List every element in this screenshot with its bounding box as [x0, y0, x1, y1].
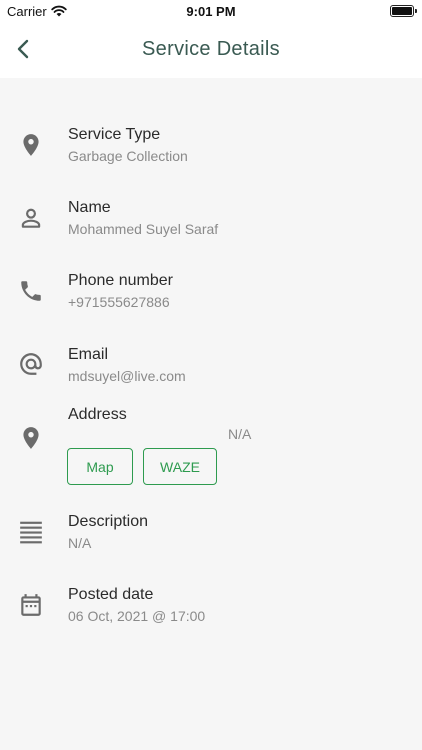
- waze-button[interactable]: WAZE: [143, 448, 217, 485]
- map-button[interactable]: Map: [67, 448, 133, 485]
- status-bar: Carrier 9:01 PM: [0, 0, 422, 24]
- posted-date-value: 06 Oct, 2021 @ 17:00: [68, 608, 206, 624]
- page-title: Service Details: [142, 38, 280, 60]
- email-value[interactable]: mdsuyel@live.com: [68, 368, 186, 384]
- location-pin-icon: [18, 132, 44, 158]
- phone-icon: [18, 278, 44, 304]
- email-label: Email: [68, 346, 109, 363]
- name-label: Name: [68, 199, 111, 216]
- at-icon: [18, 351, 44, 377]
- calendar-icon: [18, 592, 44, 618]
- description-label: Description: [68, 513, 149, 530]
- location-pin-icon: [18, 425, 44, 451]
- service-type-value: Garbage Collection: [68, 148, 188, 164]
- phone-value: +971555627886: [68, 294, 170, 310]
- lines-icon: [18, 519, 44, 545]
- posted-date-label: Posted date: [68, 586, 154, 603]
- nav-bar: Service Details: [0, 24, 422, 78]
- phone-label: Phone number: [68, 272, 173, 289]
- address-label: Address: [68, 406, 127, 423]
- clock: 9:01 PM: [186, 4, 236, 19]
- person-icon: [18, 205, 44, 231]
- description-value: N/A: [68, 535, 92, 551]
- name-value: Mohammed Suyel Saraf: [68, 221, 219, 237]
- address-value: N/A: [228, 426, 252, 442]
- service-type-label: Service Type: [68, 126, 161, 143]
- battery-icon: [390, 5, 417, 17]
